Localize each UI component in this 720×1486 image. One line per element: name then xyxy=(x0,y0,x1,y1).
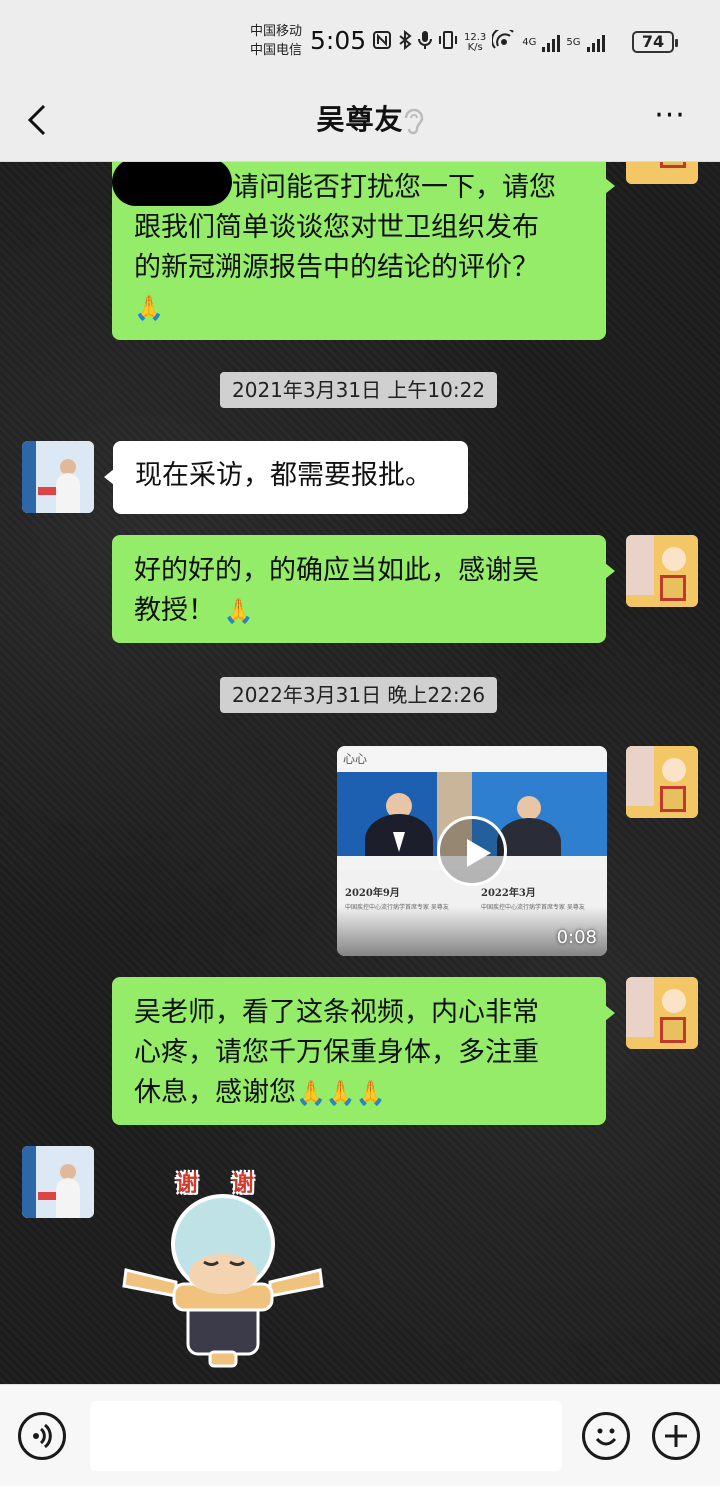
earpiece-icon xyxy=(400,106,426,136)
message-text: 现在采访，都需要报批。 xyxy=(135,460,432,491)
message-bubble[interactable]: 请问能否打扰您一下，请您 跟我们简单谈谈您对世卫组织发布 的新冠溯源报告中的结论… xyxy=(112,162,615,340)
status-bar: 中国移动 中国电信 5:05 12.3 K/s 4G 5G 74 xyxy=(0,0,720,82)
avatar[interactable] xyxy=(22,441,94,513)
carrier-2: 中国电信 xyxy=(250,43,303,58)
message-text: 好的好的，的确应当如此，感谢吴 xyxy=(134,555,539,586)
avatar[interactable] xyxy=(626,535,698,607)
battery-indicator: 74 xyxy=(632,31,678,53)
plus-icon xyxy=(665,1425,687,1447)
vibrate-icon xyxy=(438,30,458,55)
voice-input-button[interactable] xyxy=(18,1412,66,1460)
message-text: 吴老师，看了这条视频，内心非常 xyxy=(134,997,539,1028)
more-options-button[interactable]: ··· xyxy=(648,101,692,138)
signal-icon xyxy=(542,34,561,52)
timestamp: 2021年3月31日 上午10:22 xyxy=(220,372,498,408)
carrier-1: 中国移动 xyxy=(250,24,303,39)
pray-emoji: 🙏 xyxy=(223,597,254,625)
message-text: 心疼，请您千万保重身体，多注重 xyxy=(134,1037,539,1068)
status-icons: 12.3 K/s 4G 5G xyxy=(372,26,605,55)
timestamp: 2022年3月31日 晚上22:26 xyxy=(220,677,498,713)
video-duration: 0:08 xyxy=(556,927,597,948)
message-text: 教授！ 🙏 xyxy=(134,595,254,626)
monk-icon xyxy=(122,1194,324,1368)
chat-area[interactable]: 请问能否打扰您一下，请您 跟我们简单谈谈您对世卫组织发布 的新冠溯源报告中的结论… xyxy=(0,162,720,1384)
avatar[interactable] xyxy=(626,977,698,1049)
signal-icon xyxy=(586,34,605,52)
smiley-icon xyxy=(595,1428,617,1446)
bluetooth-icon xyxy=(398,29,412,55)
chat-header: 吴尊友 ··· xyxy=(0,82,720,162)
pray-emoji: 🙏 xyxy=(134,294,164,322)
status-time: 5:05 xyxy=(310,26,367,55)
video-message[interactable]: 心心 2020年9月 中国疾控中心流行病学首席专家 吴尊友 2022年3月 中国… xyxy=(337,746,607,956)
pray-emoji: 🙏🙏🙏 xyxy=(296,1079,386,1107)
more-functions-button[interactable] xyxy=(652,1412,700,1460)
message-text: 的新冠溯源报告中的结论的评价？ xyxy=(134,252,539,283)
message-input[interactable] xyxy=(90,1401,562,1471)
sticker-text: 谢 xyxy=(176,1172,199,1197)
thank-you-sticker[interactable]: 谢 谢 xyxy=(118,1162,328,1372)
message-text: 跟我们简单谈谈您对世卫组织发布 xyxy=(134,212,539,243)
network-speed: 12.3 K/s xyxy=(464,31,487,53)
sticker-text: 谢 xyxy=(232,1172,255,1197)
hotspot-icon xyxy=(491,26,516,55)
video-logo: 心心 xyxy=(343,752,368,766)
video-caption-left: 2020年9月 xyxy=(345,888,400,899)
network-type-1: 4G xyxy=(522,36,537,48)
video-top-band xyxy=(337,746,607,772)
avatar[interactable] xyxy=(626,746,698,818)
message-text: 休息，感谢您🙏🙏🙏 xyxy=(134,1077,386,1108)
emoji-button[interactable] xyxy=(582,1412,630,1460)
nfc-icon xyxy=(372,30,392,55)
message-bubble[interactable]: 好的好的，的确应当如此，感谢吴 教授！ 🙏 xyxy=(112,535,615,643)
input-bar xyxy=(0,1384,720,1486)
redaction-mark xyxy=(112,162,232,206)
microphone-icon xyxy=(418,30,432,55)
play-button[interactable] xyxy=(437,816,507,886)
chat-title[interactable]: 吴尊友 xyxy=(0,98,720,138)
avatar[interactable] xyxy=(626,162,698,184)
network-type-2: 5G xyxy=(566,36,581,48)
avatar[interactable] xyxy=(22,1146,94,1218)
video-caption-right: 2022年3月 xyxy=(481,888,536,899)
message-bubble[interactable]: 现在采访，都需要报批。 xyxy=(104,441,468,514)
message-bubble[interactable]: 吴老师，看了这条视频，内心非常 心疼，请您千万保重身体，多注重 休息，感谢您🙏🙏… xyxy=(112,977,615,1125)
carrier-labels: 中国移动 中国电信 xyxy=(250,22,302,60)
voice-icon xyxy=(33,1423,52,1449)
